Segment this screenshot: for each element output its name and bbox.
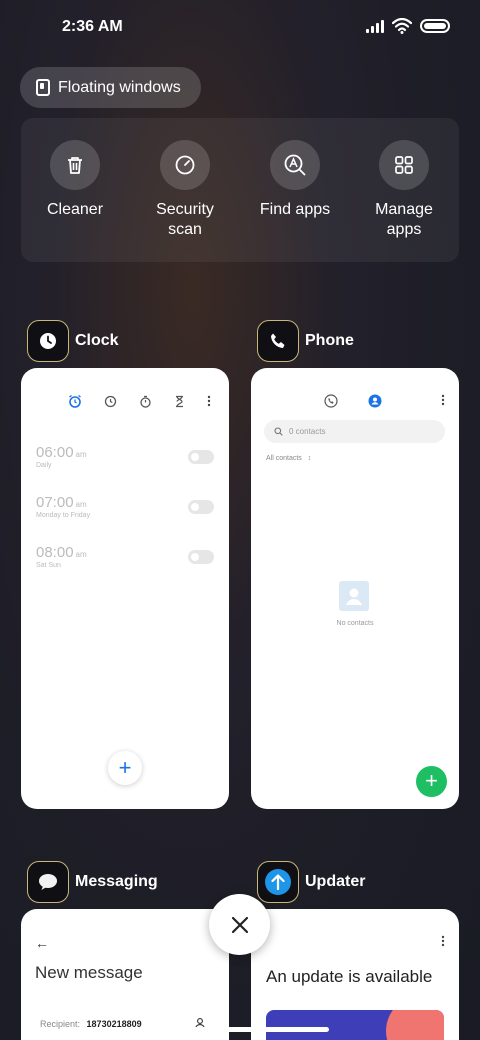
- contacts-icon[interactable]: [368, 394, 382, 408]
- signal-icon: [366, 19, 384, 33]
- home-indicator[interactable]: [151, 1027, 329, 1032]
- alarm-repeat: Sat Sun: [36, 562, 61, 569]
- messaging-card[interactable]: ← New message Recipient: 18730218809: [21, 909, 229, 1040]
- clock-icon: [27, 320, 69, 362]
- alarm-toggle[interactable]: [188, 450, 214, 464]
- find-apps-label: Find apps: [259, 201, 331, 218]
- messaging-app-header[interactable]: Messaging: [27, 861, 158, 903]
- empty-contacts-label: No contacts: [336, 620, 374, 627]
- timer-icon[interactable]: [174, 395, 185, 408]
- alarm-row[interactable]: 06:00 am Daily: [36, 444, 214, 469]
- clock-app-header[interactable]: Clock: [27, 320, 119, 362]
- alarm-repeat: Daily: [36, 462, 52, 469]
- clock-title: Clock: [75, 332, 119, 349]
- back-arrow-icon[interactable]: ←: [35, 935, 49, 951]
- messaging-title: Messaging: [75, 873, 158, 890]
- more-options-icon[interactable]: [441, 935, 445, 947]
- phone-toolbar: [324, 394, 382, 408]
- wifi-icon: [392, 18, 412, 34]
- messaging-icon: [27, 861, 69, 903]
- alarm-toggle[interactable]: [188, 550, 214, 564]
- filter-label: All contacts: [266, 455, 302, 462]
- alarm-icon[interactable]: [68, 394, 82, 408]
- clock-card[interactable]: 06:00 am Daily 07:00 am Monday to Friday 0…: [21, 368, 229, 809]
- phone-card[interactable]: 0 contacts All contacts ↕ No contacts +: [251, 368, 459, 809]
- phone-icon: [257, 320, 299, 362]
- status-time: 2:36 AM: [62, 18, 123, 35]
- floating-windows-button[interactable]: Floating windows: [20, 67, 201, 108]
- recipient-field[interactable]: Recipient: 18730218809: [40, 1019, 142, 1029]
- contacts-search-input[interactable]: 0 contacts: [264, 420, 445, 443]
- call-log-icon[interactable]: [324, 394, 338, 408]
- update-banner-image: [266, 1010, 444, 1040]
- alarm-time: 08:00: [36, 544, 74, 561]
- contacts-filter-dropdown[interactable]: All contacts ↕: [266, 455, 311, 462]
- floating-windows-label: Floating windows: [58, 78, 181, 96]
- world-clock-icon[interactable]: [104, 395, 117, 408]
- phone-title: Phone: [305, 332, 354, 349]
- close-icon: [231, 916, 248, 933]
- new-message-title: New message: [35, 963, 143, 982]
- quick-actions-panel: Cleaner Security scan Find apps Manage a…: [21, 118, 459, 262]
- grid-icon: [379, 140, 429, 190]
- add-contact-button[interactable]: +: [416, 766, 447, 797]
- alarm-ampm: am: [75, 450, 87, 459]
- alarm-toggle[interactable]: [188, 500, 214, 514]
- updater-icon: [257, 861, 299, 903]
- cleaner-button[interactable]: Cleaner: [25, 140, 125, 220]
- updater-card[interactable]: An update is available: [251, 909, 459, 1040]
- battery-icon: [420, 19, 450, 33]
- search-icon: [274, 427, 283, 436]
- alarm-row[interactable]: 08:00 am Sat Sun: [36, 544, 214, 569]
- stopwatch-icon[interactable]: [139, 395, 152, 408]
- close-all-button[interactable]: [209, 894, 270, 955]
- chevron-updown-icon: ↕: [307, 455, 312, 462]
- updater-app-header[interactable]: Updater: [257, 861, 365, 903]
- find-apps-button[interactable]: Find apps: [245, 140, 345, 220]
- security-scan-label: Security scan: [156, 201, 214, 238]
- recipient-label: Recipient:: [40, 1019, 81, 1029]
- status-icons: [366, 18, 450, 34]
- empty-contacts-icon: [339, 581, 369, 611]
- trash-icon: [50, 140, 100, 190]
- alarm-repeat: Monday to Friday: [36, 512, 91, 519]
- search-placeholder: 0 contacts: [289, 427, 326, 436]
- manage-apps-label: Manage apps: [375, 201, 433, 238]
- security-scan-button[interactable]: Security scan: [135, 140, 235, 240]
- alarm-ampm: am: [75, 500, 87, 509]
- alarm-time: 07:00: [36, 494, 74, 511]
- updater-title: Updater: [305, 873, 366, 890]
- find-apps-icon: [270, 140, 320, 190]
- recipient-value: 18730218809: [86, 1019, 142, 1029]
- cleaner-label: Cleaner: [46, 201, 104, 218]
- manage-apps-button[interactable]: Manage apps: [354, 140, 454, 240]
- security-scan-icon: [160, 140, 210, 190]
- status-bar: 2:36 AM: [0, 0, 480, 56]
- phone-app-header[interactable]: Phone: [257, 320, 354, 362]
- more-options-icon[interactable]: [441, 394, 445, 406]
- alarm-time: 06:00: [36, 444, 74, 461]
- update-headline: An update is available: [266, 967, 433, 986]
- clock-toolbar: [68, 394, 211, 408]
- more-options-icon[interactable]: [207, 395, 211, 407]
- add-alarm-button[interactable]: +: [108, 751, 142, 785]
- alarm-ampm: am: [75, 550, 87, 559]
- alarm-row[interactable]: 07:00 am Monday to Friday: [36, 494, 214, 519]
- floating-window-icon: [36, 79, 50, 96]
